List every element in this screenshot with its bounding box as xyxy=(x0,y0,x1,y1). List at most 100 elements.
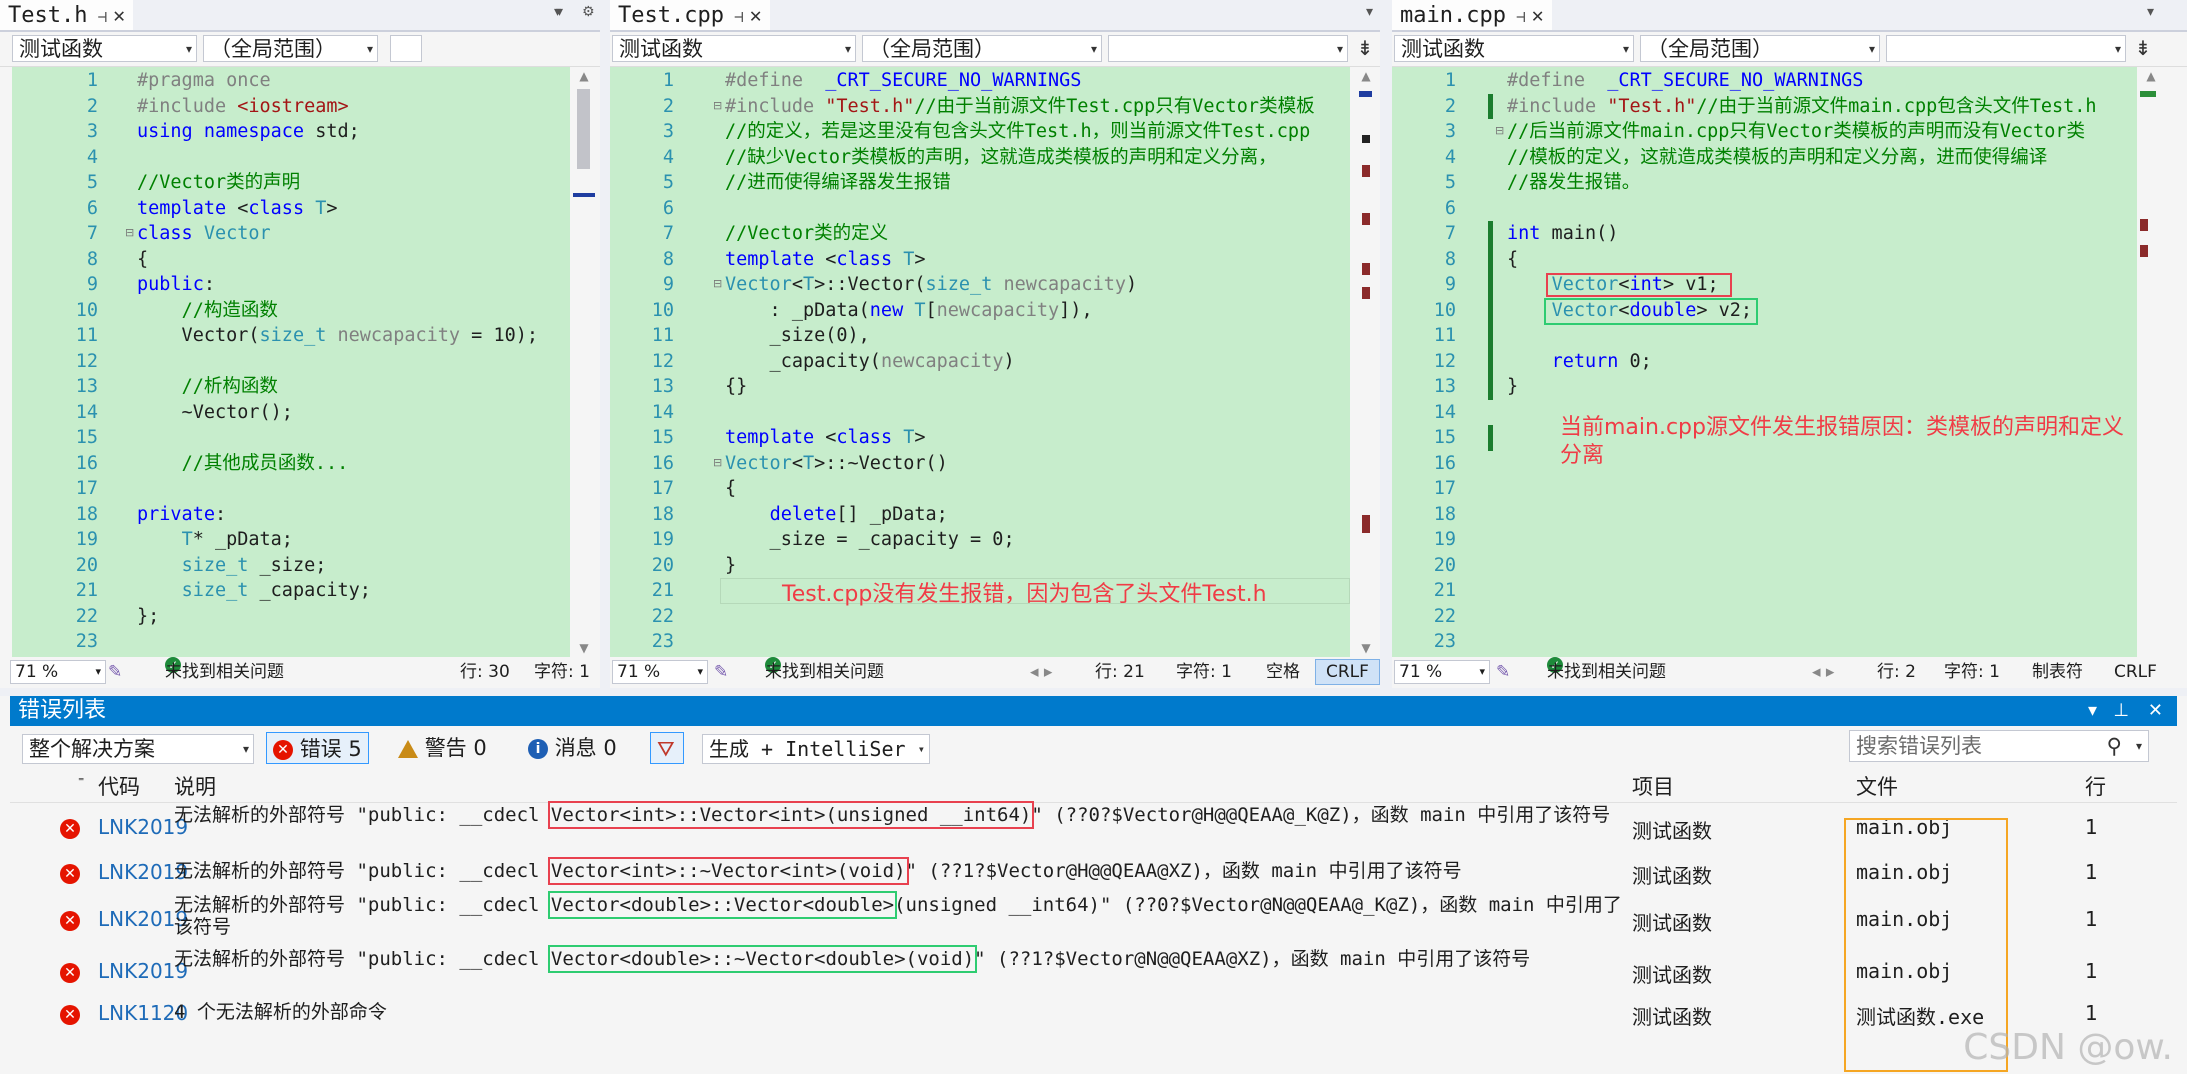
code-line[interactable]: 5 //器发生报错。 xyxy=(1392,170,2137,196)
messages-filter-button[interactable]: i 消息 0 xyxy=(528,732,617,764)
chevron-down-icon[interactable]: ▾ xyxy=(2147,4,2154,20)
code-editor[interactable]: 1 #define _CRT_SECURE_NO_WARNINGS 2 #includ… xyxy=(610,67,1350,657)
code-line[interactable]: 4 //模板的定义，这就造成类模板的声明和定义分离，进而使得编译 xyxy=(1392,145,2137,171)
code-line[interactable]: 2 #include "Test.h"//由于当前源文件main.cpp包含头文件… xyxy=(1392,94,2137,120)
chevron-down-icon[interactable]: ▾ xyxy=(556,4,563,20)
code-line[interactable]: 7 int main() xyxy=(1392,221,2137,247)
member-dropdown[interactable]: ▾ xyxy=(1108,35,1348,62)
warnings-filter-button[interactable]: 警告 0 xyxy=(398,732,487,764)
pin-icon[interactable]: ⊣ xyxy=(1516,7,1526,26)
code-line[interactable]: 13 //析构函数 xyxy=(12,374,570,400)
close-icon[interactable]: ✕ xyxy=(113,3,125,27)
chevron-down-icon[interactable]: ▾ xyxy=(1366,4,1373,20)
member-dropdown[interactable] xyxy=(390,35,422,62)
code-line[interactable]: 2 #include <iostream> xyxy=(12,94,570,120)
col-code[interactable]: 代码 xyxy=(98,772,140,802)
code-line[interactable]: 23 xyxy=(1392,629,2137,655)
scope-dropdown[interactable]: （全局范围） ▾ xyxy=(1640,35,1880,62)
split-icon[interactable]: ⇟ xyxy=(1352,35,1378,62)
eol-indicator[interactable]: CRLF xyxy=(1315,659,1380,685)
nav-arrows-icon[interactable]: ◂ ▸ xyxy=(1030,657,1052,687)
scope-filter-dropdown[interactable]: 整个解决方案 ▾ xyxy=(22,734,254,764)
code-line[interactable]: 21 size_t _capacity; xyxy=(12,578,570,604)
code-line[interactable]: 16 //其他成员函数... xyxy=(12,451,570,477)
test-h-vertical-scrollbar[interactable]: ▲ ▼ xyxy=(573,67,595,657)
brush-icon[interactable]: ✎ xyxy=(714,657,728,687)
code-line[interactable]: 6 xyxy=(610,196,1350,222)
code-line[interactable]: 13} xyxy=(1392,374,2137,400)
code-line[interactable]: 12 return 0; xyxy=(1392,349,2137,375)
code-line[interactable]: 1 #define _CRT_SECURE_NO_WARNINGS xyxy=(1392,68,2137,94)
code-line[interactable]: 1 #define _CRT_SECURE_NO_WARNINGS xyxy=(610,68,1350,94)
eol-indicator[interactable]: CRLF xyxy=(2114,657,2157,687)
scope-dropdown[interactable]: （全局范围） ▾ xyxy=(203,35,378,62)
errors-filter-button[interactable]: ✕ 错误 5 xyxy=(266,732,369,764)
code-line[interactable]: 3 using namespace std; xyxy=(12,119,570,145)
scroll-thumb[interactable] xyxy=(2140,91,2156,97)
project-dropdown[interactable]: 测试函数 ▾ xyxy=(12,35,197,62)
code-line[interactable]: 10 //构造函数 xyxy=(12,298,570,324)
code-line[interactable]: 6 xyxy=(1392,196,2137,222)
code-line[interactable]: 5 //Vector类的声明 xyxy=(12,170,570,196)
code-line[interactable]: 12 xyxy=(12,349,570,375)
gear-icon[interactable]: ⚙ xyxy=(582,4,595,20)
code-line[interactable]: 9 Vector<int> v1; xyxy=(1392,272,2137,298)
pin-icon[interactable]: ⊣ xyxy=(734,7,744,26)
sort-icon[interactable]: ⁼ xyxy=(78,766,84,796)
code-line[interactable]: 22}; xyxy=(12,604,570,630)
code-line[interactable]: 20 size_t _size; xyxy=(12,553,570,579)
close-icon[interactable]: ✕ xyxy=(2148,696,2163,726)
code-line[interactable]: 21 xyxy=(1392,578,2137,604)
brush-icon[interactable]: ✎ xyxy=(108,657,122,687)
pin-icon[interactable]: ⊣ xyxy=(97,7,107,26)
col-description[interactable]: 说明 xyxy=(174,772,216,802)
filter-toggle-button[interactable]: ⛛ xyxy=(650,732,684,764)
code-line[interactable]: 10 : _pData(new T[newcapacity]), xyxy=(610,298,1350,324)
code-line[interactable]: 17 xyxy=(12,476,570,502)
project-dropdown[interactable]: 测试函数 ▾ xyxy=(612,35,856,62)
project-dropdown[interactable]: 测试函数 ▾ xyxy=(1394,35,1634,62)
code-line[interactable]: 7 class Vector xyxy=(12,221,570,247)
code-line[interactable]: 14 xyxy=(610,400,1350,426)
code-line[interactable]: 7 //Vector类的定义 xyxy=(610,221,1350,247)
col-line[interactable]: 行 xyxy=(2085,772,2106,802)
tab-test-h[interactable]: Test.h ⊣ ✕ xyxy=(0,0,134,30)
code-line[interactable]: 5 //进而使得编译器发生报错 xyxy=(610,170,1350,196)
code-line[interactable]: 12 _capacity(newcapacity) xyxy=(610,349,1350,375)
col-file[interactable]: 文件 xyxy=(1856,772,1898,802)
whitespace-indicator[interactable]: 空格 xyxy=(1266,657,1300,687)
code-line[interactable]: 17 xyxy=(1392,476,2137,502)
search-icon[interactable]: ⚲ xyxy=(2107,731,2122,761)
code-line[interactable]: 6 template <class T> xyxy=(12,196,570,222)
fold-icon[interactable]: ⊟ xyxy=(713,99,722,112)
code-line[interactable]: 8{ xyxy=(12,247,570,273)
code-line[interactable]: 4 xyxy=(12,145,570,171)
code-line[interactable]: 20} xyxy=(610,553,1350,579)
code-editor[interactable]: 1 #define _CRT_SECURE_NO_WARNINGS 2 #includ… xyxy=(1392,67,2137,657)
code-line[interactable]: 22 xyxy=(1392,604,2137,630)
fold-icon[interactable]: ⊟ xyxy=(713,456,722,469)
zoom-dropdown[interactable]: 71 % ▾ xyxy=(1394,660,1490,684)
code-line[interactable]: 19 T* _pData; xyxy=(12,527,570,553)
fold-icon[interactable]: ⊟ xyxy=(713,277,722,290)
pin-icon[interactable]: ⊥ xyxy=(2113,696,2129,726)
code-editor[interactable]: 1 #pragma once 2 #include <iostream> 3 using … xyxy=(12,67,570,657)
close-icon[interactable]: ✕ xyxy=(750,3,762,27)
code-line[interactable]: 13 {} xyxy=(610,374,1350,400)
fold-icon[interactable]: ⊟ xyxy=(125,226,134,239)
code-line[interactable]: 11 _size(0), xyxy=(610,323,1350,349)
code-line[interactable]: 18 private: xyxy=(12,502,570,528)
scroll-up-icon[interactable]: ▲ xyxy=(573,69,595,83)
close-icon[interactable]: ✕ xyxy=(1532,3,1544,27)
code-line[interactable]: 23 xyxy=(12,629,570,655)
nav-arrows-icon[interactable]: ◂ ▸ xyxy=(1812,657,1834,687)
chevron-down-icon[interactable]: ▾ xyxy=(2136,731,2142,761)
vertical-scrollbar[interactable]: ▲ xyxy=(2140,67,2187,657)
code-line[interactable]: 4 //缺少Vector类模板的声明，这就造成类模板的声明和定义分离， xyxy=(610,145,1350,171)
member-dropdown[interactable]: ▾ xyxy=(1886,35,2126,62)
indent-indicator[interactable]: 制表符 xyxy=(2032,657,2083,687)
search-input[interactable]: 搜索错误列表 ⚲ ▾ xyxy=(1849,730,2149,762)
tab-test-cpp[interactable]: Test.cpp ⊣ ✕ xyxy=(610,0,770,30)
scroll-up-icon[interactable]: ▲ xyxy=(2140,69,2162,83)
scope-dropdown[interactable]: （全局范围） ▾ xyxy=(862,35,1102,62)
